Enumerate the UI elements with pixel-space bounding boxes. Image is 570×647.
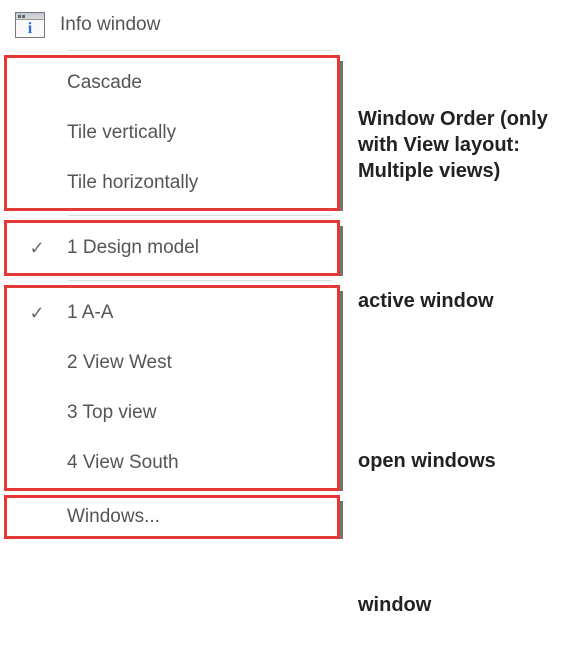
annotation-window: window bbox=[358, 592, 431, 618]
menu-item-window-3[interactable]: 3 Top view bbox=[7, 388, 337, 438]
annotation-open-windows: open windows bbox=[358, 448, 496, 474]
callout-box-window-order: Cascade Tile vertically Tile horizontall… bbox=[4, 55, 340, 211]
menu-item-label: Cascade bbox=[67, 72, 329, 94]
annotation-window-order: Window Order (only with View layout: Mul… bbox=[358, 106, 558, 184]
menu-separator bbox=[68, 50, 332, 51]
menu-item-design-model[interactable]: ✓ 1 Design model bbox=[7, 223, 337, 273]
menu-item-label: 1 Design model bbox=[67, 237, 329, 259]
menu-item-label: 3 Top view bbox=[67, 402, 329, 424]
menu-item-window-2[interactable]: 2 View West bbox=[7, 338, 337, 388]
menu-item-info-window[interactable]: i Info window bbox=[0, 0, 340, 50]
annotation-active-window: active window bbox=[358, 288, 494, 314]
menu-separator bbox=[68, 215, 332, 216]
menu-item-label: Windows... bbox=[67, 506, 329, 528]
menu-separator bbox=[68, 280, 332, 281]
window-menu: i Info window Cascade Tile vertically Ti… bbox=[0, 0, 340, 539]
check-icon: ✓ bbox=[7, 238, 67, 259]
menu-item-windows-dialog[interactable]: Windows... bbox=[7, 498, 337, 536]
menu-item-window-1[interactable]: ✓ 1 A-A bbox=[7, 288, 337, 338]
menu-item-window-4[interactable]: 4 View South bbox=[7, 438, 337, 488]
menu-item-label: Tile vertically bbox=[67, 122, 329, 144]
check-icon: ✓ bbox=[7, 303, 67, 324]
menu-item-label: Info window bbox=[60, 14, 332, 36]
menu-item-tile-horizontally[interactable]: Tile horizontally bbox=[7, 158, 337, 208]
menu-item-label: 1 A-A bbox=[67, 302, 329, 324]
info-window-icon: i bbox=[0, 12, 60, 38]
menu-item-cascade[interactable]: Cascade bbox=[7, 58, 337, 108]
menu-item-tile-vertically[interactable]: Tile vertically bbox=[7, 108, 337, 158]
menu-item-label: 4 View South bbox=[67, 452, 329, 474]
callout-box-active-window: ✓ 1 Design model bbox=[4, 220, 340, 276]
menu-item-label: 2 View West bbox=[67, 352, 329, 374]
menu-item-label: Tile horizontally bbox=[67, 172, 329, 194]
callout-box-windows-dialog: Windows... bbox=[4, 495, 340, 539]
callout-box-open-windows: ✓ 1 A-A 2 View West 3 Top view 4 View So… bbox=[4, 285, 340, 491]
